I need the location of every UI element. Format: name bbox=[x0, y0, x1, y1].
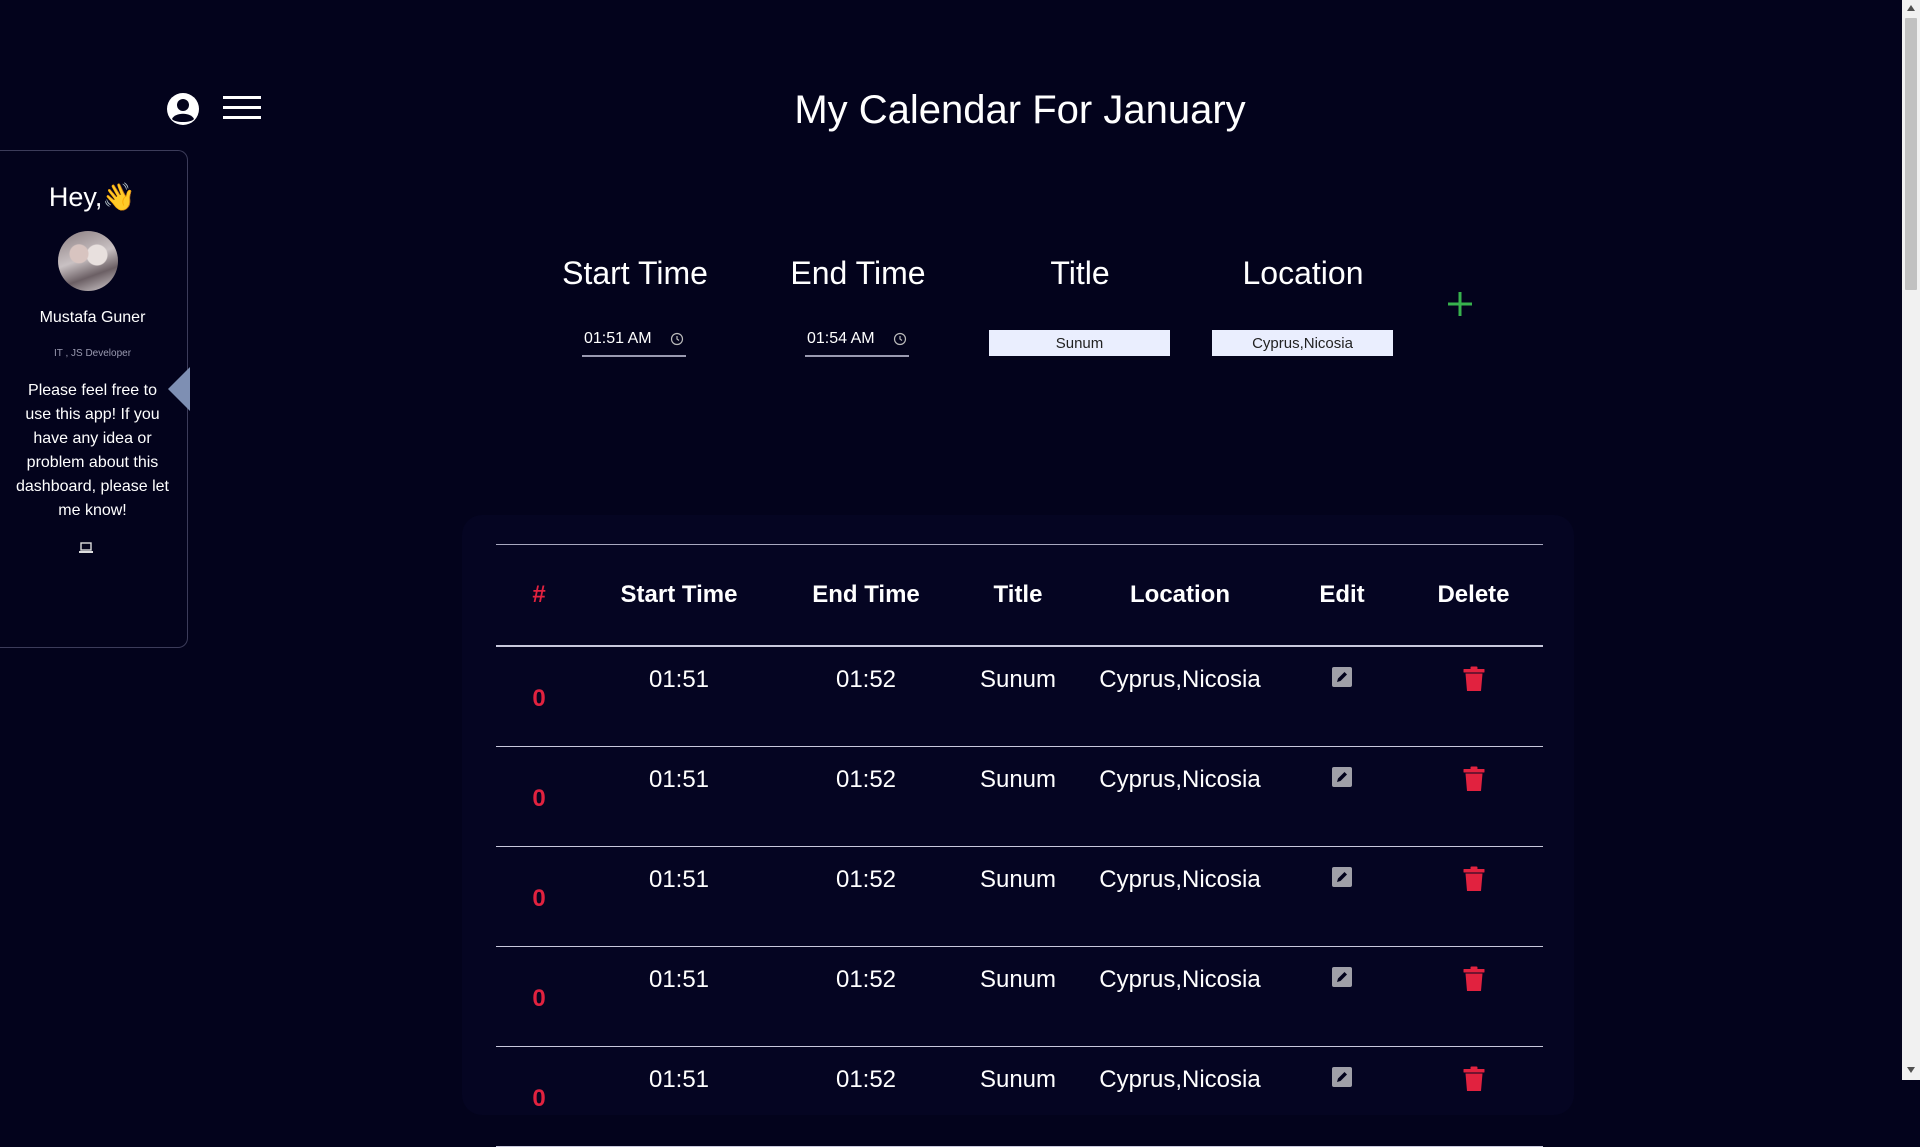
trash-icon[interactable] bbox=[1463, 1066, 1485, 1092]
edit-cell bbox=[1280, 846, 1404, 947]
row-end-time: 01:52 bbox=[776, 646, 956, 747]
row-title: Sunum bbox=[956, 846, 1080, 947]
row-start-time: 01:51 bbox=[582, 646, 776, 747]
table-header-row: # Start Time End Time Title Location Edi… bbox=[496, 544, 1543, 647]
end-time-label: End Time bbox=[790, 255, 926, 291]
row-number: 0 bbox=[496, 1046, 582, 1147]
title-label: Title bbox=[1050, 255, 1110, 291]
row-number: 0 bbox=[496, 746, 582, 847]
row-location: Cyprus,Nicosia bbox=[1080, 646, 1280, 747]
greeting: Hey,👋 bbox=[48, 182, 137, 212]
scroll-up-arrow-icon[interactable] bbox=[1906, 4, 1916, 12]
start-time-value: 01:51 AM bbox=[584, 330, 652, 347]
column-header-delete: Delete bbox=[1404, 544, 1543, 647]
edit-icon[interactable] bbox=[1331, 1066, 1353, 1088]
column-header-end-time: End Time bbox=[776, 544, 956, 647]
start-time-label: Start Time bbox=[562, 255, 708, 291]
row-location: Cyprus,Nicosia bbox=[1080, 946, 1280, 1047]
add-event-button[interactable] bbox=[1446, 290, 1474, 318]
edit-cell bbox=[1280, 1046, 1404, 1147]
trash-icon[interactable] bbox=[1463, 666, 1485, 692]
delete-cell bbox=[1404, 646, 1543, 747]
table-row: 0 01:51 01:52 Sunum Cyprus,Nicosia bbox=[496, 1046, 1543, 1147]
row-start-time: 01:51 bbox=[582, 746, 776, 847]
trash-icon[interactable] bbox=[1463, 966, 1485, 992]
user-name: Mustafa Guner bbox=[39, 309, 146, 326]
laptop-icon bbox=[79, 542, 93, 553]
column-header-edit: Edit bbox=[1280, 544, 1404, 647]
row-title: Sunum bbox=[956, 646, 1080, 747]
row-number: 0 bbox=[496, 946, 582, 1047]
column-header-start-time: Start Time bbox=[582, 544, 776, 647]
edit-cell bbox=[1280, 946, 1404, 1047]
row-location: Cyprus,Nicosia bbox=[1080, 1046, 1280, 1147]
trash-icon[interactable] bbox=[1463, 866, 1485, 892]
row-title: Sunum bbox=[956, 946, 1080, 1047]
user-role: IT , JS Developer bbox=[53, 348, 132, 359]
column-header-title: Title bbox=[956, 544, 1080, 647]
end-time-value: 01:54 AM bbox=[807, 330, 875, 347]
sidebar-message: Please feel free to use this app! If you… bbox=[16, 382, 169, 519]
end-time-input[interactable]: 01:54 AM bbox=[805, 327, 909, 357]
scroll-down-arrow-icon[interactable] bbox=[1906, 1066, 1916, 1074]
table-row: 0 01:51 01:52 Sunum Cyprus,Nicosia bbox=[496, 946, 1543, 1047]
row-number: 0 bbox=[496, 646, 582, 747]
edit-icon[interactable] bbox=[1331, 766, 1353, 788]
row-start-time: 01:51 bbox=[582, 1046, 776, 1147]
edit-icon[interactable] bbox=[1331, 966, 1353, 988]
column-header-location: Location bbox=[1080, 544, 1280, 647]
delete-cell bbox=[1404, 946, 1543, 1047]
row-number: 0 bbox=[496, 846, 582, 947]
row-end-time: 01:52 bbox=[776, 746, 956, 847]
row-title: Sunum bbox=[956, 1046, 1080, 1147]
clock-icon[interactable] bbox=[670, 332, 684, 346]
location-label: Location bbox=[1242, 255, 1364, 291]
events-table: # Start Time End Time Title Location Edi… bbox=[496, 544, 1543, 1147]
row-end-time: 01:52 bbox=[776, 1046, 956, 1147]
edit-cell bbox=[1280, 646, 1404, 747]
edit-icon[interactable] bbox=[1331, 866, 1353, 888]
start-time-input[interactable]: 01:51 AM bbox=[582, 327, 686, 357]
column-header-number: # bbox=[496, 544, 582, 647]
row-end-time: 01:52 bbox=[776, 846, 956, 947]
row-end-time: 01:52 bbox=[776, 946, 956, 1047]
row-start-time: 01:51 bbox=[582, 946, 776, 1047]
caret-left-icon[interactable] bbox=[168, 367, 190, 411]
row-location: Cyprus,Nicosia bbox=[1080, 746, 1280, 847]
scrollbar-thumb[interactable] bbox=[1905, 18, 1917, 290]
table-row: 0 01:51 01:52 Sunum Cyprus,Nicosia bbox=[496, 646, 1543, 747]
avatar bbox=[58, 231, 118, 291]
table-row: 0 01:51 01:52 Sunum Cyprus,Nicosia bbox=[496, 746, 1543, 847]
row-title: Sunum bbox=[956, 746, 1080, 847]
title-input[interactable] bbox=[989, 330, 1170, 356]
table-row: 0 01:51 01:52 Sunum Cyprus,Nicosia bbox=[496, 846, 1543, 947]
location-input[interactable] bbox=[1212, 330, 1393, 356]
clock-icon[interactable] bbox=[893, 332, 907, 346]
delete-cell bbox=[1404, 1046, 1543, 1147]
edit-cell bbox=[1280, 746, 1404, 847]
row-location: Cyprus,Nicosia bbox=[1080, 846, 1280, 947]
profile-sidebar: Hey,👋 Mustafa Guner IT , JS Developer Pl… bbox=[0, 150, 188, 648]
delete-cell bbox=[1404, 746, 1543, 847]
page-title: My Calendar For January bbox=[794, 88, 1246, 132]
plus-icon bbox=[1448, 292, 1472, 316]
row-start-time: 01:51 bbox=[582, 846, 776, 947]
trash-icon[interactable] bbox=[1463, 766, 1485, 792]
edit-icon[interactable] bbox=[1331, 666, 1353, 688]
delete-cell bbox=[1404, 846, 1543, 947]
